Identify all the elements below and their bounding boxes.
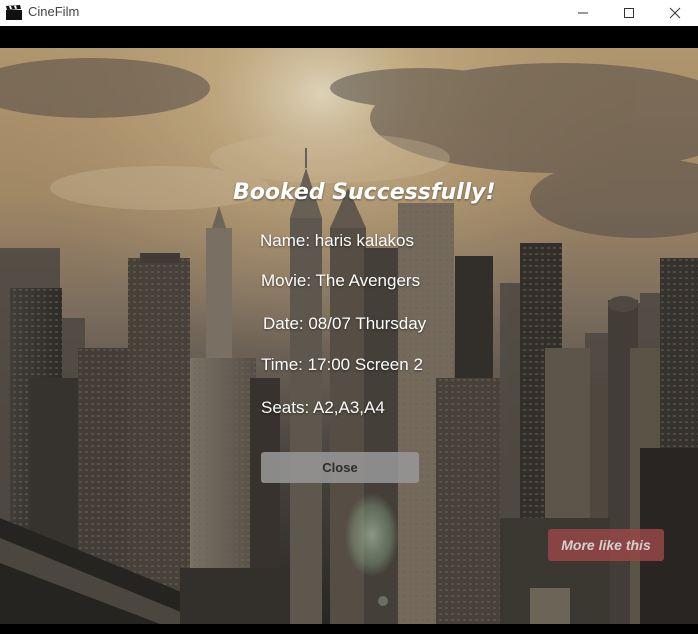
window-title: CineFilm xyxy=(28,4,80,19)
maximize-button[interactable] xyxy=(606,0,652,26)
booking-time: Time: 17:00 Screen 2 xyxy=(261,355,423,374)
clapperboard-icon xyxy=(6,5,22,20)
minimize-icon xyxy=(578,12,588,14)
maximize-icon xyxy=(624,8,634,18)
booking-movie: Movie: The Avengers xyxy=(261,271,421,290)
letterbox-top xyxy=(0,26,698,48)
close-button[interactable]: Close xyxy=(261,452,419,483)
close-window-button[interactable] xyxy=(652,0,698,26)
more-like-this-button[interactable]: More like this xyxy=(548,529,664,561)
booking-success-heading: Booked Successfully! xyxy=(233,180,496,205)
booking-seats: Seats: A2,A3,A4 xyxy=(261,398,385,417)
booking-name: Name: haris kalakos xyxy=(260,231,415,250)
window-titlebar: CineFilm xyxy=(0,0,698,26)
close-icon xyxy=(669,7,681,19)
minimize-button[interactable] xyxy=(560,0,606,26)
letterbox-bottom xyxy=(0,624,698,634)
booking-date: Date: 08/07 Thursday xyxy=(263,314,427,333)
